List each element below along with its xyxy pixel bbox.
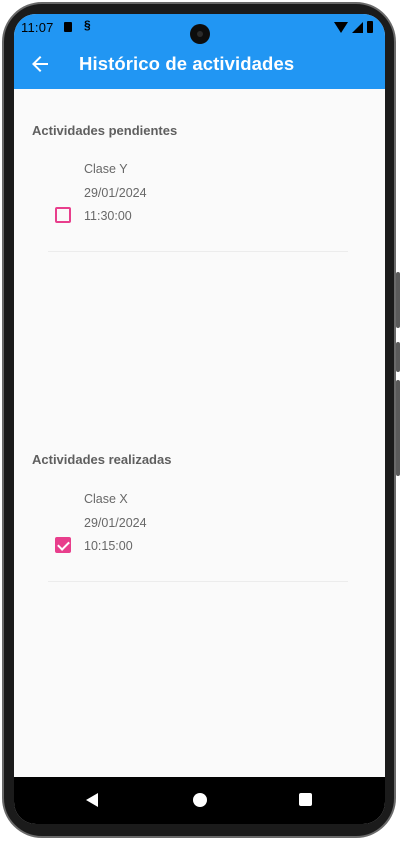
- section-title-done: Actividades realizadas: [32, 452, 172, 467]
- nav-home-icon[interactable]: [193, 793, 207, 807]
- list-item: Clase X 29/01/2024 10:15:00: [48, 492, 348, 592]
- activity-time: 10:15:00: [84, 539, 133, 553]
- activity-date: 29/01/2024: [84, 516, 147, 530]
- top-bar: 11:07 § Histórico de actividades: [14, 14, 385, 89]
- device-frame: 11:07 § Histórico de actividades Activid…: [0, 0, 400, 841]
- nav-back-icon[interactable]: [86, 793, 98, 807]
- status-bar: 11:07 §: [14, 14, 385, 44]
- activity-checkbox-checked[interactable]: [55, 537, 71, 553]
- status-time: 11:07: [21, 20, 54, 35]
- activity-time: 11:30:00: [84, 209, 132, 223]
- cell-signal-icon: [352, 21, 363, 33]
- status-icons: [334, 20, 373, 34]
- battery-icon: [367, 21, 373, 33]
- nav-recents-icon[interactable]: [299, 793, 312, 806]
- screen: 11:07 § Histórico de actividades Activid…: [14, 14, 385, 824]
- activity-checkbox-unchecked[interactable]: [55, 207, 71, 223]
- arrow-back-icon[interactable]: [28, 52, 52, 76]
- sd-card-icon: [64, 22, 72, 32]
- activity-name: Clase Y: [84, 162, 128, 176]
- wifi-icon: [334, 21, 348, 33]
- activity-name: Clase X: [84, 492, 128, 506]
- power-button: [396, 272, 400, 328]
- divider: [48, 581, 348, 582]
- section-title-pending: Actividades pendientes: [32, 123, 178, 138]
- divider: [48, 251, 348, 252]
- volume-up-button: [396, 342, 400, 372]
- app-bar: Histórico de actividades: [14, 40, 385, 89]
- page-title: Histórico de actividades: [79, 53, 295, 74]
- navigation-bar: [14, 777, 385, 824]
- activity-date: 29/01/2024: [84, 186, 147, 200]
- s-app-icon: §: [84, 18, 91, 32]
- list-item: Clase Y 29/01/2024 11:30:00: [48, 162, 348, 262]
- main-content: Actividades pendientes Clase Y 29/01/202…: [14, 89, 385, 777]
- volume-down-button: [396, 380, 400, 476]
